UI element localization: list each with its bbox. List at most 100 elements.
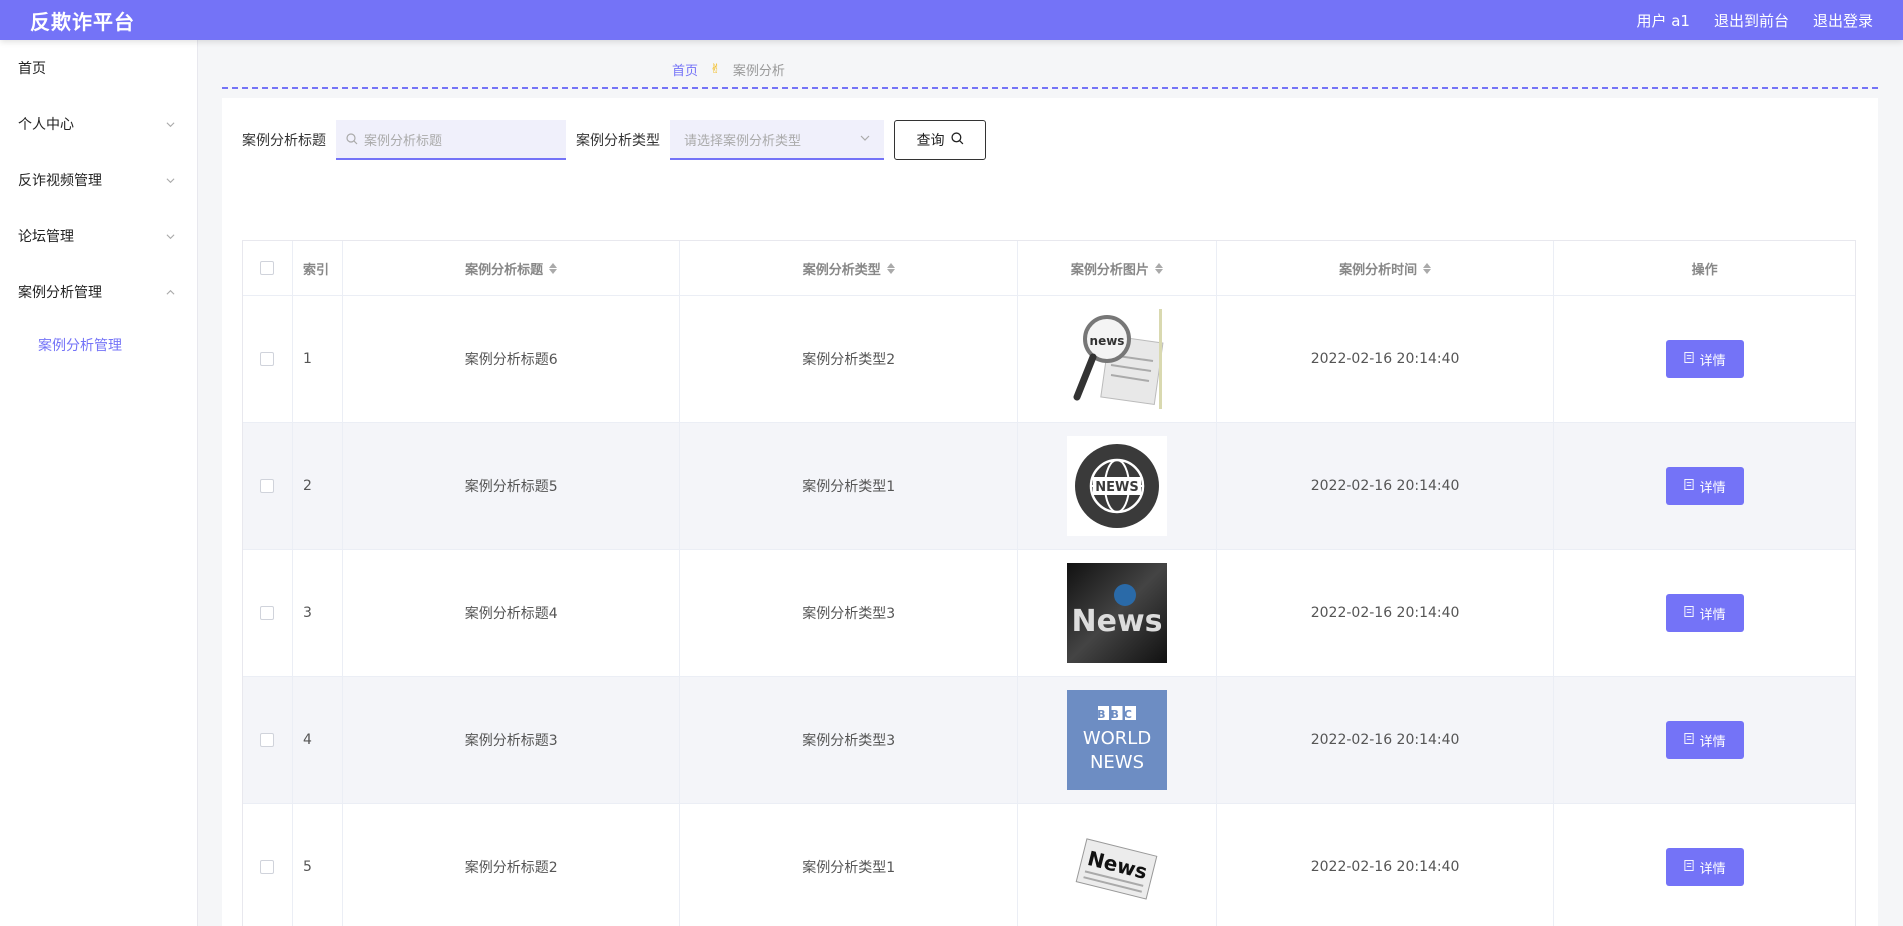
sidebar-subitem-case-management[interactable]: 案例分析管理 (0, 320, 197, 370)
sidebar-item-label: 个人中心 (18, 117, 74, 133)
sidebar-item-forum-management[interactable]: 论坛管理 (0, 208, 197, 264)
svg-text:News: News (1071, 604, 1162, 639)
header-title-label: 案例分析标题 (465, 262, 544, 278)
victory-hand-icon: ✌ (710, 62, 721, 77)
title-search-input[interactable]: 案例分析标题 (336, 120, 566, 160)
sort-icon (886, 262, 895, 274)
header-image-label: 案例分析图片 (1070, 262, 1149, 278)
table-row: 4 案例分析标题3 案例分析类型3 BBC WORLD NEWS 2022-02… (243, 677, 1855, 804)
sort-icon (1423, 262, 1432, 274)
header-image[interactable]: 案例分析图片 (1018, 241, 1217, 295)
sidebar-item-label: 首页 (18, 61, 46, 77)
row-title: 案例分析标题4 (343, 550, 681, 676)
row-index: 1 (293, 296, 343, 422)
type-search-label: 案例分析类型 (576, 133, 660, 149)
table-row: 5 案例分析标题2 案例分析类型1 News 2022-02-16 20:14:… (243, 804, 1855, 926)
row-title: 案例分析标题2 (343, 804, 681, 926)
header-type[interactable]: 案例分析类型 (680, 241, 1019, 295)
brand-title: 反欺诈平台 (30, 9, 135, 34)
detail-button-label: 详情 (1699, 480, 1726, 496)
title-search-placeholder: 案例分析标题 (364, 133, 443, 149)
header-ops: 操作 (1691, 262, 1718, 278)
row-checkbox[interactable] (260, 352, 275, 366)
header-title[interactable]: 案例分析标题 (343, 241, 681, 295)
detail-button-label: 详情 (1699, 607, 1726, 623)
row-index: 2 (293, 423, 343, 549)
sort-icon (549, 262, 558, 274)
row-time: 2022-02-16 20:14:40 (1217, 296, 1555, 422)
row-type: 案例分析类型2 (680, 296, 1019, 422)
globe-news-image: NEWS (1066, 436, 1167, 536)
row-checkbox[interactable] (260, 479, 275, 493)
breadcrumb: 首页 ✌ 案例分析 (672, 60, 785, 79)
case-table: 索引 案例分析标题 案例分析类型 案例分析图片 案例分析时间 操作 1 案例分析… (242, 240, 1856, 926)
sidebar-item-home[interactable]: 首页 (0, 40, 197, 96)
select-all-checkbox[interactable] (260, 261, 275, 275)
sidebar-item-personal-center[interactable]: 个人中心 (0, 96, 197, 152)
document-icon (1684, 478, 1694, 494)
document-icon (1684, 351, 1694, 367)
chevron-down-icon (166, 232, 175, 241)
row-type: 案例分析类型3 (680, 550, 1019, 676)
row-title: 案例分析标题6 (343, 296, 681, 422)
detail-button[interactable]: 详情 (1665, 340, 1744, 378)
query-button-label: 查询 (916, 133, 945, 149)
svg-text:BBC: BBC (1097, 708, 1137, 721)
detail-button[interactable]: 详情 (1665, 848, 1744, 886)
row-time: 2022-02-16 20:14:40 (1217, 550, 1555, 676)
row-time: 2022-02-16 20:14:40 (1217, 423, 1555, 549)
row-type: 案例分析类型3 (680, 677, 1019, 803)
header-type-label: 案例分析类型 (802, 262, 881, 278)
search-icon (950, 131, 964, 149)
detail-button[interactable]: 详情 (1665, 467, 1744, 505)
detail-button-label: 详情 (1699, 734, 1726, 750)
breadcrumb-home[interactable]: 首页 (672, 60, 698, 79)
document-icon (1684, 859, 1694, 875)
row-time: 2022-02-16 20:14:40 (1217, 804, 1555, 926)
detail-button[interactable]: 详情 (1665, 721, 1744, 759)
row-index: 5 (293, 804, 343, 926)
sort-icon (1154, 262, 1163, 274)
search-bar: 案例分析标题 案例分析标题 案例分析类型 请选择案例分析类型 查询 (242, 120, 986, 160)
logout-link[interactable]: 退出登录 (1813, 10, 1873, 31)
detail-button-label: 详情 (1699, 353, 1726, 369)
chevron-down-icon (860, 132, 870, 147)
header-time-label: 案例分析时间 (1339, 262, 1418, 278)
sidebar-item-case-management[interactable]: 案例分析管理 (0, 264, 197, 320)
table-row: 2 案例分析标题5 案例分析类型1 NEWS 2022-02-16 20:14:… (243, 423, 1855, 550)
svg-text:WORLD: WORLD (1083, 728, 1151, 749)
type-select[interactable]: 请选择案例分析类型 (670, 120, 884, 160)
row-type: 案例分析类型1 (680, 423, 1019, 549)
row-checkbox[interactable] (260, 733, 275, 747)
row-index: 4 (293, 677, 343, 803)
exit-to-front-link[interactable]: 退出到前台 (1714, 10, 1789, 31)
sidebar-item-video-management[interactable]: 反诈视频管理 (0, 152, 197, 208)
row-checkbox[interactable] (260, 860, 275, 874)
table-header-row: 索引 案例分析标题 案例分析类型 案例分析图片 案例分析时间 操作 (243, 241, 1855, 296)
header-actions: 用户 a1 退出到前台 退出登录 (1636, 10, 1873, 31)
sidebar-item-label: 论坛管理 (18, 229, 74, 245)
detail-button[interactable]: 详情 (1665, 594, 1744, 632)
row-checkbox[interactable] (260, 606, 275, 620)
search-icon (346, 133, 358, 145)
header-time[interactable]: 案例分析时间 (1217, 241, 1555, 295)
header-index: 索引 (293, 241, 343, 295)
svg-text:NEWS: NEWS (1095, 480, 1138, 495)
dark-news-image: News (1066, 563, 1167, 663)
magnifier-news-image: news (1066, 309, 1167, 409)
sidebar-item-label: 案例分析管理 (18, 285, 102, 301)
newspaper-news-image: News (1066, 817, 1167, 917)
row-title: 案例分析标题3 (343, 677, 681, 803)
query-button[interactable]: 查询 (894, 120, 986, 160)
row-index: 3 (293, 550, 343, 676)
sidebar-item-label: 反诈视频管理 (18, 173, 102, 189)
chevron-down-icon (166, 120, 175, 129)
title-search-label: 案例分析标题 (242, 133, 326, 149)
table-row: 3 案例分析标题4 案例分析类型3 News 2022-02-16 20:14:… (243, 550, 1855, 677)
top-header: 反欺诈平台 用户 a1 退出到前台 退出登录 (0, 0, 1903, 40)
content-panel: 案例分析标题 案例分析标题 案例分析类型 请选择案例分析类型 查询 索引 案例分… (222, 98, 1878, 926)
svg-text:news: news (1089, 334, 1124, 348)
table-row: 1 案例分析标题6 案例分析类型2 news 2022-02-16 20:14:… (243, 296, 1855, 423)
user-name[interactable]: 用户 a1 (1636, 10, 1690, 31)
row-type: 案例分析类型1 (680, 804, 1019, 926)
